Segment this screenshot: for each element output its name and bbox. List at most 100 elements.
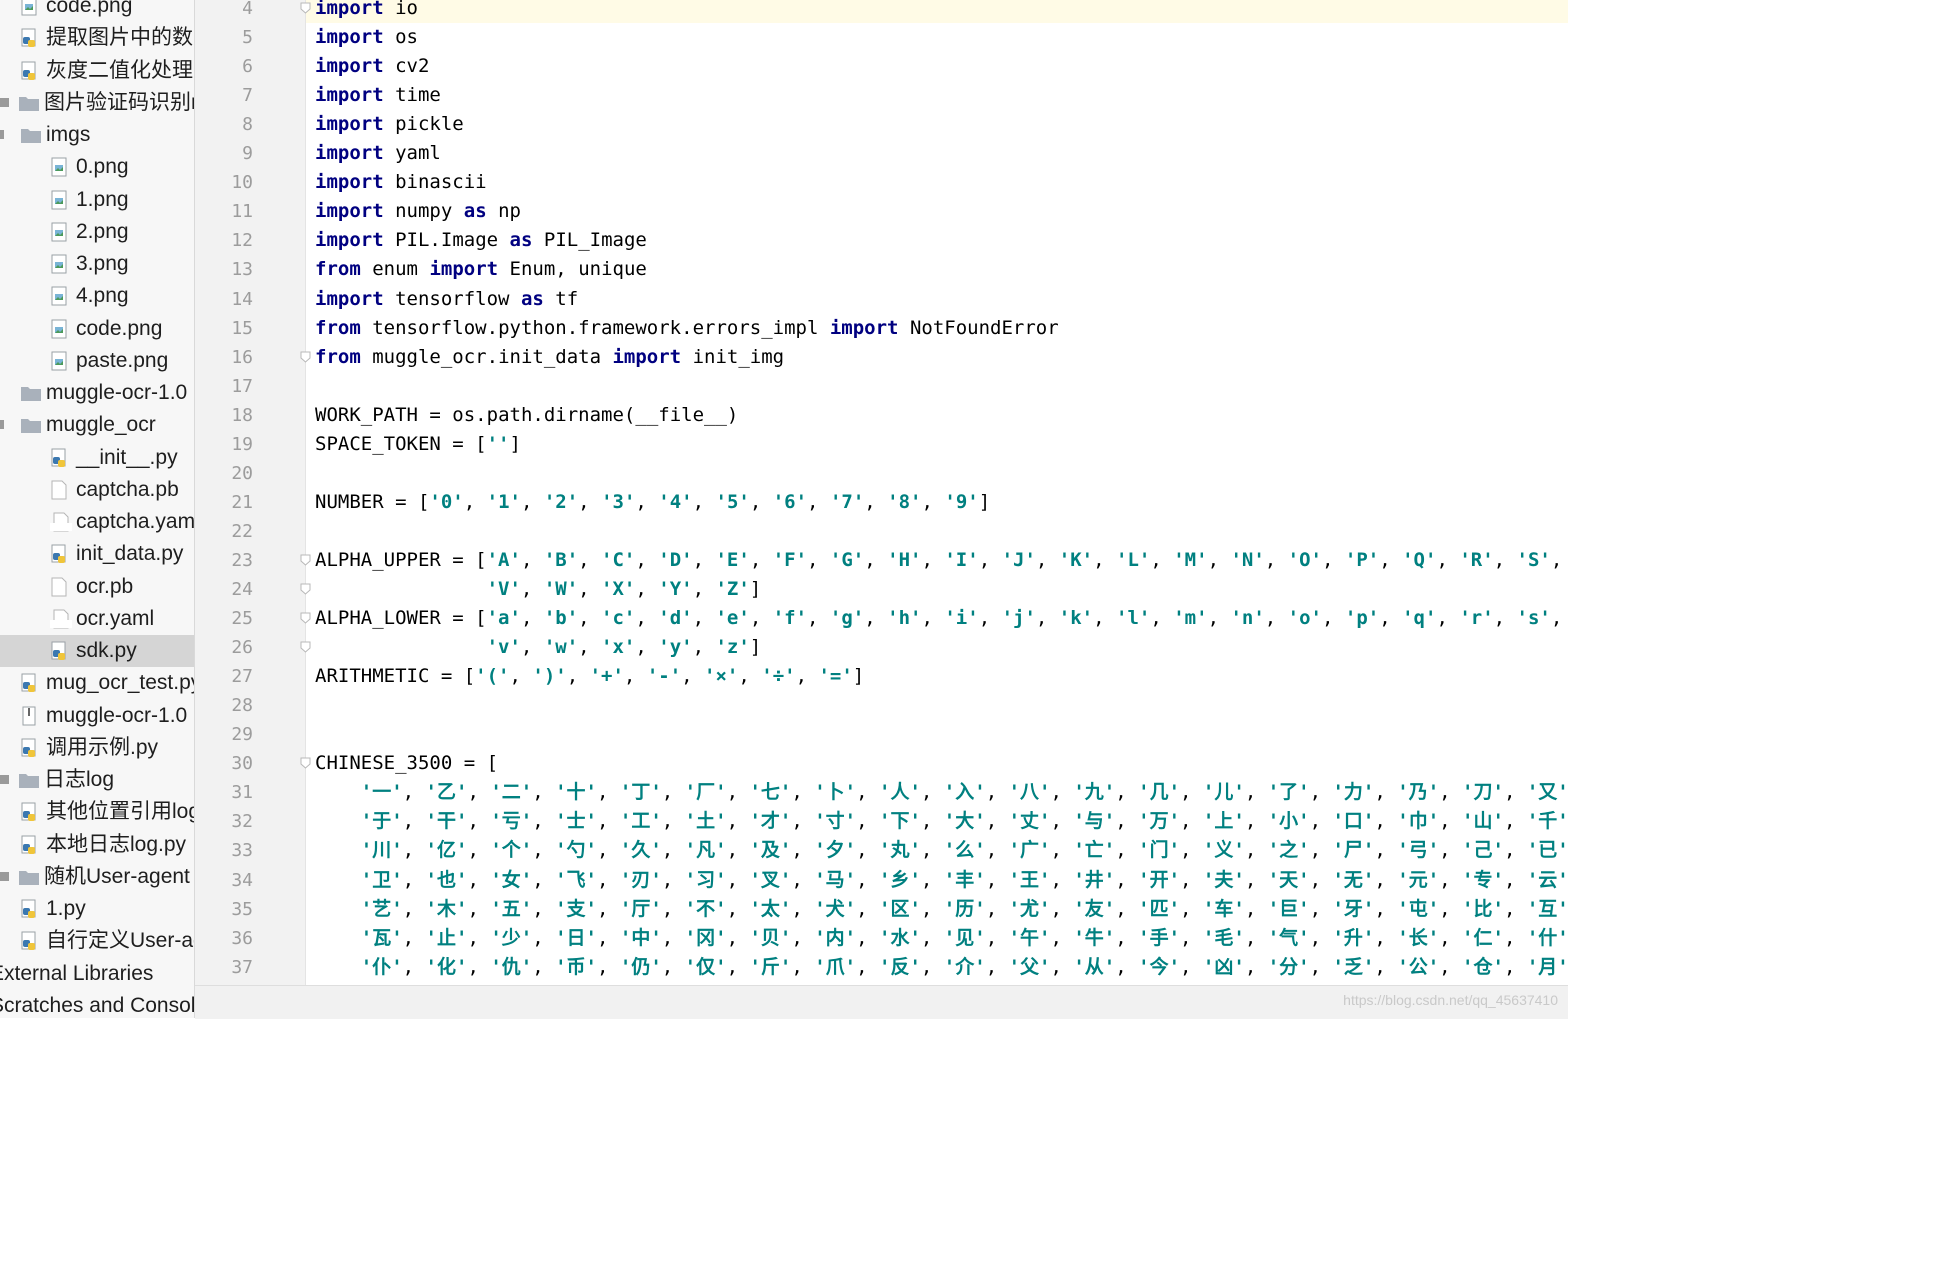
code-line[interactable]: import numpy as np bbox=[315, 197, 521, 226]
fold-marker-icon[interactable] bbox=[300, 757, 311, 769]
tree-item[interactable]: muggle-ocr-1.0 bbox=[0, 700, 194, 732]
code-line[interactable]: import cv2 bbox=[315, 52, 429, 81]
tree-item[interactable]: 2.png bbox=[0, 216, 194, 248]
code-line[interactable]: ALPHA_UPPER = ['A', 'B', 'C', 'D', 'E', … bbox=[315, 546, 1568, 575]
tree-item[interactable]: 0.png bbox=[0, 151, 194, 183]
code-line[interactable]: import tensorflow as tf bbox=[315, 285, 578, 314]
tree-item-label: 提取图片中的数 bbox=[46, 26, 193, 50]
tree-item[interactable]: External Libraries bbox=[0, 958, 194, 990]
code-line[interactable]: ARITHMETIC = ['(', ')', '+', '-', '×', '… bbox=[315, 662, 864, 691]
code-line[interactable]: '仆', '化', '仇', '币', '仍', '仅', '斤', '爪', … bbox=[315, 953, 1568, 982]
tree-item[interactable]: 其他位置引用log bbox=[0, 796, 194, 828]
code-line[interactable]: '卫', '也', '女', '飞', '刃', '习', '叉', '马', … bbox=[315, 866, 1568, 895]
expand-arrow-icon[interactable] bbox=[0, 420, 4, 430]
tree-item[interactable]: init_data.py bbox=[0, 538, 194, 570]
code-line[interactable]: from enum import Enum, unique bbox=[315, 255, 647, 284]
tree-item[interactable]: muggle-ocr-1.0 bbox=[0, 377, 194, 409]
tree-item[interactable]: captcha.pb bbox=[0, 474, 194, 506]
tree-item[interactable]: paste.png bbox=[0, 345, 194, 377]
tree-item[interactable]: muggle_ocr bbox=[0, 409, 194, 441]
tree-item[interactable]: 图片验证码识别mu bbox=[0, 87, 194, 119]
line-number: 32 bbox=[231, 811, 253, 833]
code-line[interactable]: import PIL.Image as PIL_Image bbox=[315, 226, 647, 255]
tree-item[interactable]: imgs bbox=[0, 119, 194, 151]
fold-marker-icon[interactable] bbox=[300, 2, 311, 14]
code-line[interactable]: '瓦', '止', '少', '日', '中', '冈', '贝', '内', … bbox=[315, 924, 1568, 953]
line-number: 36 bbox=[231, 927, 253, 949]
fold-marker-icon[interactable] bbox=[300, 554, 311, 566]
code-line[interactable]: '川', '亿', '个', '勺', '久', '凡', '及', '夕', … bbox=[315, 836, 1568, 865]
tree-item[interactable]: code.png bbox=[0, 313, 194, 345]
tree-item-label: External Libraries bbox=[0, 961, 154, 985]
line-number: 15 bbox=[231, 317, 253, 339]
code-line[interactable]: ALPHA_LOWER = ['a', 'b', 'c', 'd', 'e', … bbox=[315, 604, 1568, 633]
line-number: 29 bbox=[231, 724, 253, 746]
code-line[interactable]: import binascii bbox=[315, 168, 487, 197]
code-line[interactable]: import io bbox=[315, 0, 418, 23]
tree-item[interactable]: 提取图片中的数 bbox=[0, 22, 194, 54]
tree-item[interactable]: Scratches and Consoles bbox=[0, 990, 194, 1018]
code-editor[interactable]: 4 5 6 7 8 9 10 11 12 13 14 15 16 17 18 19 20 21 22 23 24 25 26… bbox=[195, 0, 1568, 985]
fold-marker-icon[interactable] bbox=[300, 583, 311, 595]
expand-arrow-icon[interactable] bbox=[0, 130, 4, 139]
code-line[interactable]: NUMBER = ['0', '1', '2', '3', '4', '5', … bbox=[315, 488, 990, 517]
tree-item[interactable]: 4.png bbox=[0, 280, 194, 312]
line-number: 33 bbox=[231, 840, 253, 862]
file-icon bbox=[50, 577, 68, 597]
line-number: 6 bbox=[242, 56, 253, 78]
tree-item-label: 随机User-agent bbox=[44, 864, 190, 888]
tree-item[interactable]: code.png bbox=[0, 0, 194, 22]
code-line[interactable]: SPACE_TOKEN = [''] bbox=[315, 430, 521, 459]
tree-item[interactable]: captcha.yaml bbox=[0, 506, 194, 538]
code-line[interactable]: CHINESE_3500 = [ bbox=[315, 749, 498, 778]
tree-item-label: 3.png bbox=[76, 252, 129, 275]
collapse-arrow-icon[interactable] bbox=[0, 871, 9, 881]
line-number: 21 bbox=[231, 491, 253, 513]
code-line[interactable]: 'V', 'W', 'X', 'Y', 'Z'] bbox=[315, 575, 762, 604]
fold-marker-icon[interactable] bbox=[300, 351, 311, 363]
tree-item[interactable]: 随机User-agent bbox=[0, 861, 194, 893]
collapse-arrow-icon[interactable] bbox=[0, 97, 9, 107]
line-number-gutter[interactable]: 4 5 6 7 8 9 10 11 12 13 14 15 16 17 18 19 20 21 22 23 24 25 26… bbox=[195, 0, 311, 985]
tree-item[interactable]: ocr.pb bbox=[0, 571, 194, 603]
editor-bottom-bar: https://blog.csdn.net/qq_45637410 bbox=[195, 985, 1568, 1019]
tree-item[interactable]: 1.py bbox=[0, 893, 194, 925]
code-line[interactable]: '于', '干', '亏', '士', '工', '土', '才', '寸', … bbox=[315, 807, 1568, 836]
tree-item-label: 本地日志log.py bbox=[46, 832, 187, 856]
tree-item-label: Scratches and Consoles bbox=[0, 993, 195, 1017]
collapse-arrow-icon[interactable] bbox=[0, 775, 9, 784]
tree-item[interactable]: mug_ocr_test.py bbox=[0, 667, 194, 699]
line-number: 25 bbox=[231, 608, 253, 630]
project-tree-panel[interactable]: code.png 提取图片中的数灰度二值化处理图片验证码识别mu imgs 0.png… bbox=[0, 0, 195, 1018]
tree-item-label: 1.png bbox=[76, 187, 129, 211]
tree-item[interactable]: 自行定义User-agent bbox=[0, 925, 194, 957]
tree-item[interactable]: 1.png bbox=[0, 184, 194, 216]
tree-item[interactable]: 调用示例.py bbox=[0, 732, 194, 764]
tree-item[interactable]: 灰度二值化处理 bbox=[0, 55, 194, 87]
python-icon bbox=[20, 673, 38, 693]
code-line[interactable]: WORK_PATH = os.path.dirname(__file__) bbox=[315, 401, 738, 430]
tree-item[interactable]: 本地日志log.py bbox=[0, 829, 194, 861]
image-icon bbox=[50, 190, 68, 210]
code-line[interactable]: import pickle bbox=[315, 110, 464, 139]
tree-item[interactable]: 3.png bbox=[0, 248, 194, 280]
tree-item-label: 1.py bbox=[46, 897, 86, 920]
image-icon bbox=[20, 0, 38, 16]
code-line[interactable]: from tensorflow.python.framework.errors_… bbox=[315, 314, 1059, 343]
fold-marker-icon[interactable] bbox=[300, 612, 311, 624]
tree-item[interactable]: __init__.py bbox=[0, 442, 194, 474]
tree-item-label: mug_ocr_test.py bbox=[46, 671, 195, 695]
code-line[interactable]: import time bbox=[315, 81, 441, 110]
tree-item[interactable]: ocr.yaml bbox=[0, 603, 194, 635]
file-icon bbox=[50, 480, 68, 500]
fold-marker-icon[interactable] bbox=[300, 641, 311, 653]
tree-item[interactable]: sdk.py bbox=[0, 635, 194, 667]
code-line[interactable]: '艺', '木', '五', '支', '厅', '不', '太', '犬', … bbox=[315, 895, 1568, 924]
code-line[interactable]: import os bbox=[315, 23, 418, 52]
code-line[interactable]: from muggle_ocr.init_data import init_im… bbox=[315, 343, 784, 372]
tree-item[interactable]: 日志log bbox=[0, 764, 194, 796]
code-line[interactable]: '一', '乙', '二', '十', '丁', '厂', '七', '卜', … bbox=[315, 778, 1568, 807]
code-line[interactable]: import yaml bbox=[315, 139, 441, 168]
code-line[interactable]: 'v', 'w', 'x', 'y', 'z'] bbox=[315, 633, 762, 662]
tree-item-label: muggle-ocr-1.0 bbox=[46, 703, 188, 727]
